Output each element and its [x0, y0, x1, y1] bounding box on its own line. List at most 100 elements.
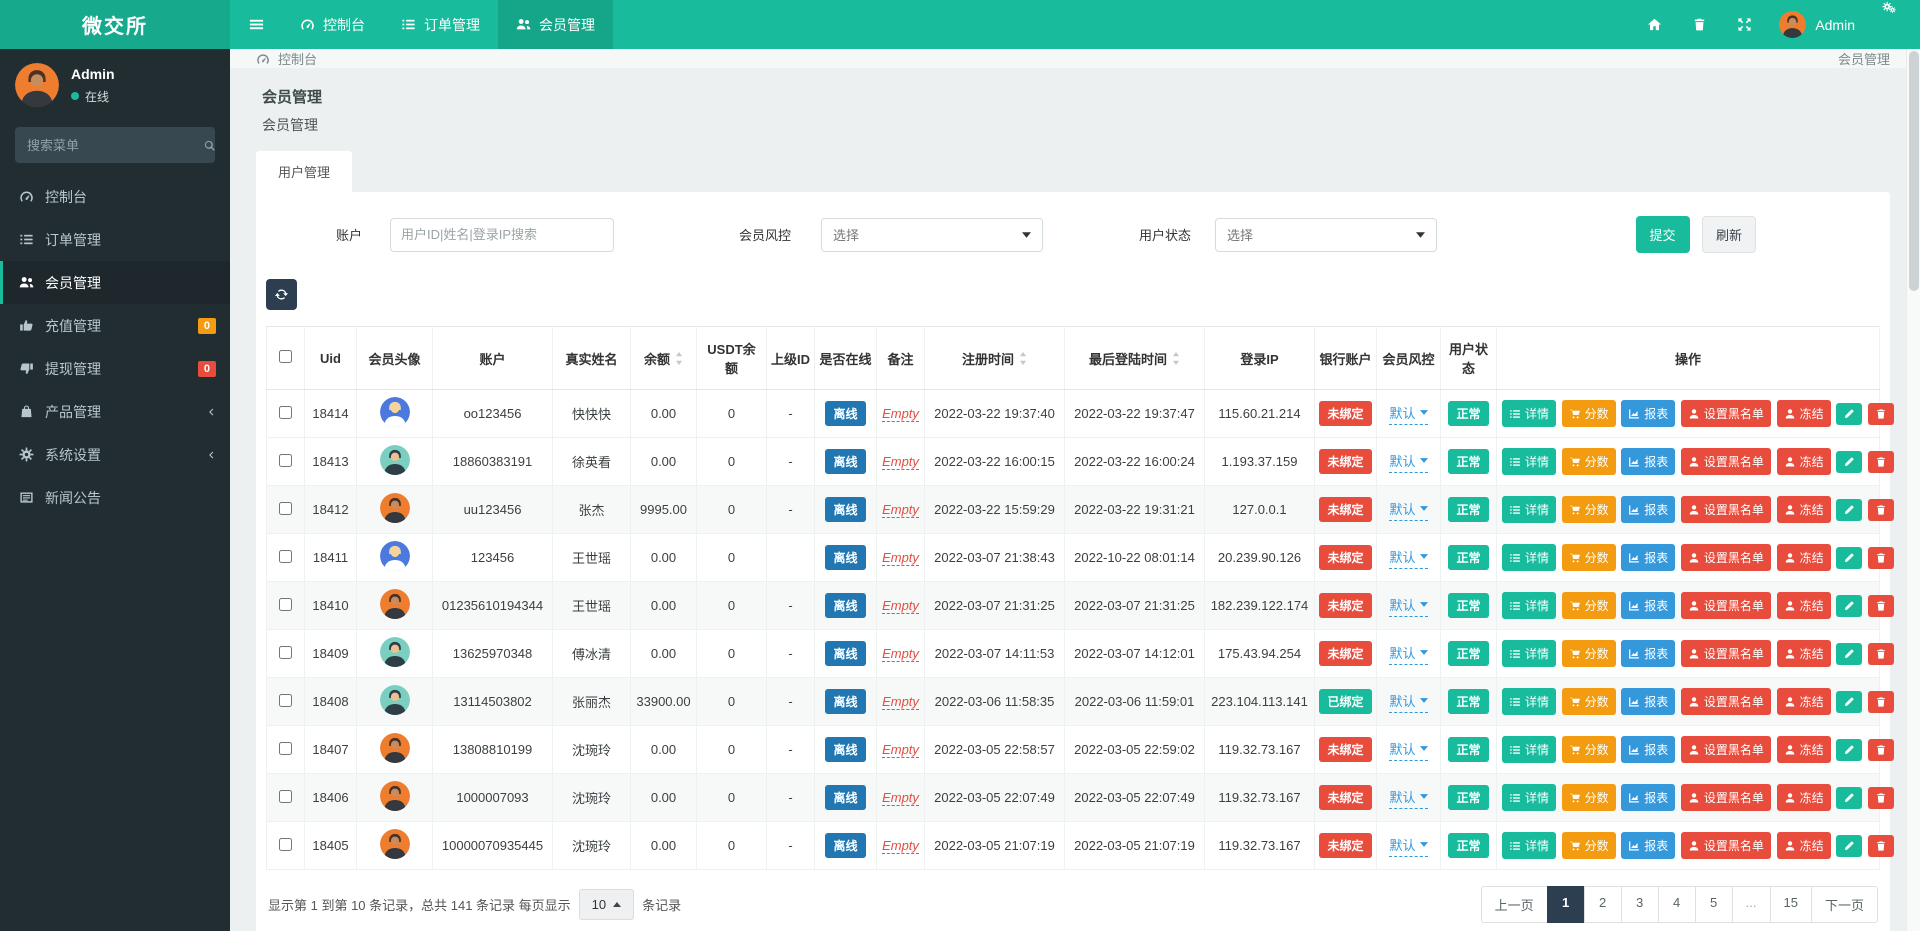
account-search-input[interactable] [390, 218, 614, 252]
report-button[interactable]: 报表 [1621, 688, 1675, 715]
blacklist-button[interactable]: 设置黑名单 [1681, 688, 1771, 715]
report-button[interactable]: 报表 [1621, 640, 1675, 667]
pagination-button[interactable]: 1 [1547, 886, 1585, 923]
edit-button[interactable] [1836, 451, 1862, 473]
detail-button[interactable]: 详情 [1502, 640, 1556, 667]
remark-link[interactable]: Empty [882, 838, 919, 854]
score-button[interactable]: 分数 [1562, 592, 1616, 619]
delete-button[interactable] [1868, 691, 1894, 713]
pagination-button[interactable]: 4 [1658, 886, 1696, 923]
risk-dropdown[interactable]: 默认 [1389, 451, 1427, 473]
risk-dropdown[interactable]: 默认 [1389, 547, 1427, 569]
detail-button[interactable]: 详情 [1502, 400, 1556, 427]
score-button[interactable]: 分数 [1562, 832, 1616, 859]
detail-button[interactable]: 详情 [1502, 544, 1556, 571]
delete-button[interactable] [1868, 547, 1894, 569]
sidebar-search-input[interactable] [27, 138, 203, 153]
detail-button[interactable]: 详情 [1502, 736, 1556, 763]
score-button[interactable]: 分数 [1562, 736, 1616, 763]
risk-dropdown[interactable]: 默认 [1389, 835, 1427, 857]
risk-dropdown[interactable]: 默认 [1389, 643, 1427, 665]
report-button[interactable]: 报表 [1621, 496, 1675, 523]
blacklist-button[interactable]: 设置黑名单 [1681, 784, 1771, 811]
detail-button[interactable]: 详情 [1502, 832, 1556, 859]
edit-button[interactable] [1836, 835, 1862, 857]
risk-dropdown[interactable]: 默认 [1389, 595, 1427, 617]
sidebar-item[interactable]: 新闻公告 [0, 476, 230, 519]
blacklist-button[interactable]: 设置黑名单 [1681, 832, 1771, 859]
detail-button[interactable]: 详情 [1502, 592, 1556, 619]
page-size-select[interactable]: 10 [579, 889, 634, 920]
home-button[interactable] [1632, 0, 1677, 49]
pagination-button[interactable]: 15 [1770, 886, 1812, 923]
topnav-item[interactable]: 订单管理 [383, 0, 498, 49]
score-button[interactable]: 分数 [1562, 448, 1616, 475]
detail-button[interactable]: 详情 [1502, 448, 1556, 475]
row-checkbox[interactable] [279, 502, 292, 515]
freeze-button[interactable]: 冻结 [1777, 496, 1831, 523]
freeze-button[interactable]: 冻结 [1777, 400, 1831, 427]
risk-dropdown[interactable]: 默认 [1389, 787, 1427, 809]
topnav-item[interactable]: 会员管理 [498, 0, 613, 49]
risk-filter-select[interactable]: 选择 [821, 218, 1043, 252]
risk-dropdown[interactable]: 默认 [1389, 739, 1427, 761]
pagination-button[interactable]: 上一页 [1481, 886, 1548, 923]
score-button[interactable]: 分数 [1562, 784, 1616, 811]
column-header[interactable]: 余额 [631, 327, 697, 390]
remark-link[interactable]: Empty [882, 646, 919, 662]
remark-link[interactable]: Empty [882, 502, 919, 518]
reload-table-button[interactable] [266, 279, 297, 310]
row-checkbox[interactable] [279, 790, 292, 803]
edit-button[interactable] [1836, 547, 1862, 569]
freeze-button[interactable]: 冻结 [1777, 640, 1831, 667]
delete-button[interactable] [1868, 739, 1894, 761]
detail-button[interactable]: 详情 [1502, 496, 1556, 523]
row-checkbox[interactable] [279, 550, 292, 563]
delete-button[interactable] [1868, 787, 1894, 809]
settings-button[interactable] [1867, 0, 1912, 15]
status-filter-select[interactable]: 选择 [1215, 218, 1437, 252]
pagination-button[interactable]: 3 [1621, 886, 1659, 923]
sidebar-toggle-button[interactable] [230, 0, 282, 49]
row-checkbox[interactable] [279, 454, 292, 467]
freeze-button[interactable]: 冻结 [1777, 592, 1831, 619]
search-button[interactable] [203, 139, 216, 152]
row-checkbox[interactable] [279, 598, 292, 611]
blacklist-button[interactable]: 设置黑名单 [1681, 592, 1771, 619]
detail-button[interactable]: 详情 [1502, 688, 1556, 715]
score-button[interactable]: 分数 [1562, 496, 1616, 523]
blacklist-button[interactable]: 设置黑名单 [1681, 448, 1771, 475]
risk-dropdown[interactable]: 默认 [1389, 403, 1427, 425]
sidebar-item[interactable]: 系统设置 [0, 433, 230, 476]
pagination-button[interactable]: 下一页 [1811, 886, 1878, 923]
expand-button[interactable] [1722, 0, 1767, 49]
user-menu[interactable]: Admin [1767, 0, 1867, 49]
report-button[interactable]: 报表 [1621, 832, 1675, 859]
report-button[interactable]: 报表 [1621, 736, 1675, 763]
report-button[interactable]: 报表 [1621, 592, 1675, 619]
delete-button[interactable] [1868, 499, 1894, 521]
delete-button[interactable] [1868, 403, 1894, 425]
remark-link[interactable]: Empty [882, 598, 919, 614]
report-button[interactable]: 报表 [1621, 400, 1675, 427]
freeze-button[interactable]: 冻结 [1777, 544, 1831, 571]
remark-link[interactable]: Empty [882, 550, 919, 566]
report-button[interactable]: 报表 [1621, 448, 1675, 475]
row-checkbox[interactable] [279, 838, 292, 851]
report-button[interactable]: 报表 [1621, 784, 1675, 811]
score-button[interactable]: 分数 [1562, 688, 1616, 715]
detail-button[interactable]: 详情 [1502, 784, 1556, 811]
score-button[interactable]: 分数 [1562, 400, 1616, 427]
delete-button[interactable] [1868, 643, 1894, 665]
blacklist-button[interactable]: 设置黑名单 [1681, 736, 1771, 763]
blacklist-button[interactable]: 设置黑名单 [1681, 640, 1771, 667]
sidebar-item[interactable]: 充值管理0 [0, 304, 230, 347]
edit-button[interactable] [1836, 739, 1862, 761]
freeze-button[interactable]: 冻结 [1777, 736, 1831, 763]
edit-button[interactable] [1836, 787, 1862, 809]
refresh-button[interactable]: 刷新 [1702, 216, 1756, 253]
row-checkbox[interactable] [279, 406, 292, 419]
remark-link[interactable]: Empty [882, 790, 919, 806]
freeze-button[interactable]: 冻结 [1777, 832, 1831, 859]
blacklist-button[interactable]: 设置黑名单 [1681, 544, 1771, 571]
